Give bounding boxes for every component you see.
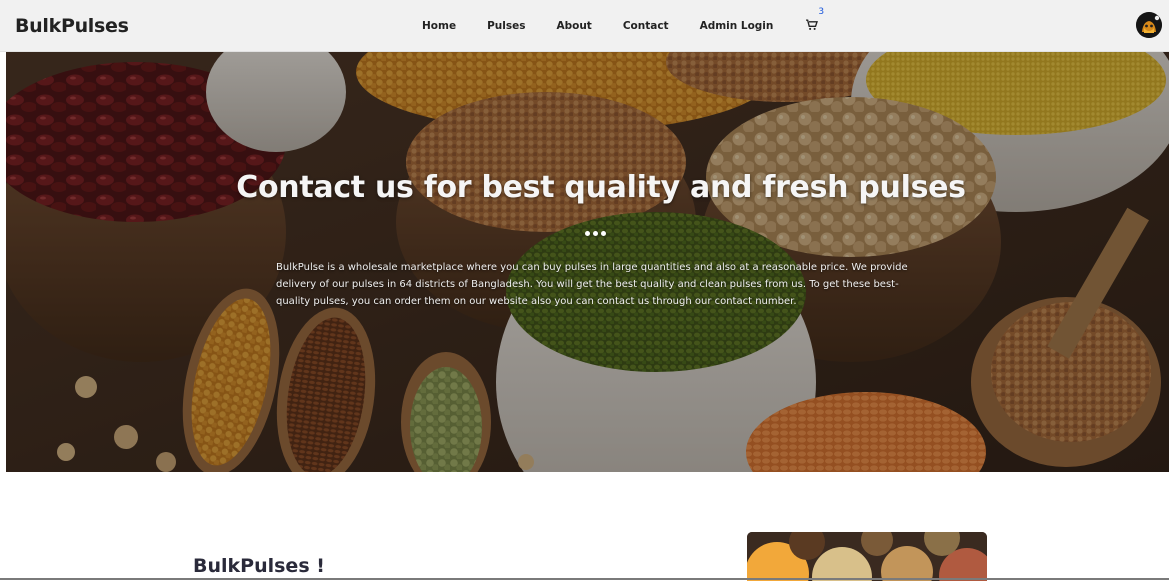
hero-banner: Contact us for best quality and fresh pu… [6,52,1169,472]
nav-about[interactable]: About [556,20,591,32]
cart-button[interactable]: 3 [806,7,824,33]
user-avatar[interactable] [1136,12,1162,38]
hero-description: BulkPulse is a wholesale marketplace whe… [276,262,908,307]
nav-home[interactable]: Home [422,20,456,32]
navbar: BulkPulses Home Pulses About Contact Adm… [0,0,1169,52]
nav-pulses[interactable]: Pulses [487,20,525,32]
about-section-title: BulkPulses ! [193,555,325,577]
cart-count-badge: 3 [818,7,825,17]
nav-admin-login[interactable]: Admin Login [700,20,774,32]
nav-links: Home Pulses About Contact Admin Login 3 [422,0,824,52]
hero-dots-decoration [585,231,609,236]
about-pulses-image [747,532,987,581]
shopping-cart-icon [806,19,819,30]
scroll-divider [0,578,1169,580]
brand-logo[interactable]: BulkPulses [15,15,129,37]
hero-title: Contact us for best quality and fresh pu… [236,170,966,205]
nav-contact[interactable]: Contact [623,20,669,32]
